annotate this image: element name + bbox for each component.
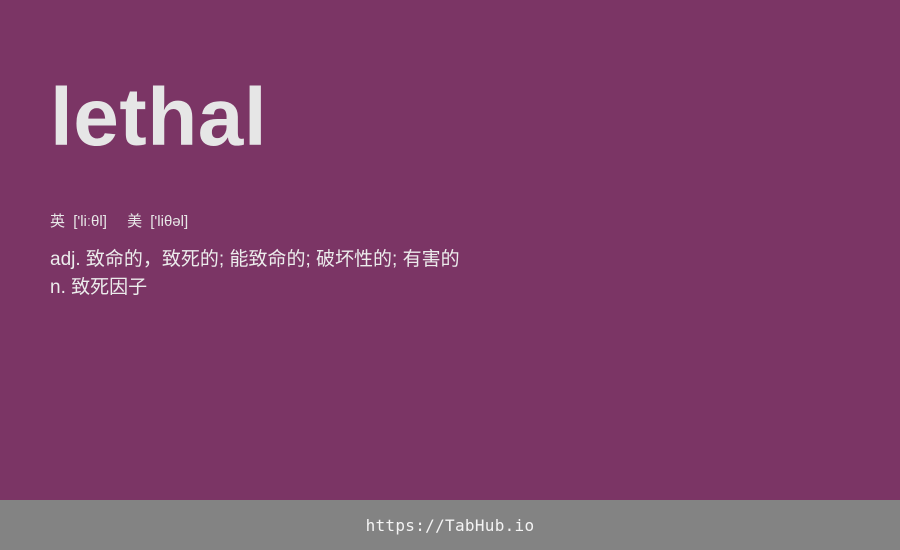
footer-bar: https://TabHub.io (0, 500, 900, 550)
phonetic-us: 美 ['liθəl] (127, 212, 188, 232)
definition-noun: n. 致死因子 (50, 277, 148, 298)
phonetics: 英 ['liːθl] 美 ['liθəl] (50, 212, 204, 232)
phonetic-uk: 英 ['liːθl] (50, 212, 107, 232)
phonetic-uk-label: 英 (50, 213, 66, 230)
phonetic-us-label: 美 (127, 213, 143, 230)
definition-adj: adj. 致命的，致死的; 能致命的; 破坏性的; 有害的 (50, 249, 460, 270)
phonetic-uk-ipa: ['liːθl] (73, 213, 107, 230)
tabhub-link[interactable]: https://TabHub.io (366, 516, 535, 535)
headword: lethal (50, 72, 268, 163)
phonetic-us-ipa: ['liθəl] (150, 213, 189, 230)
definitions: adj. 致命的，致死的; 能致命的; 破坏性的; 有害的 n. 致死因子 (50, 246, 460, 302)
word-card: lethal 英 ['liːθl] 美 ['liθəl] adj. 致命的，致死… (0, 0, 900, 500)
